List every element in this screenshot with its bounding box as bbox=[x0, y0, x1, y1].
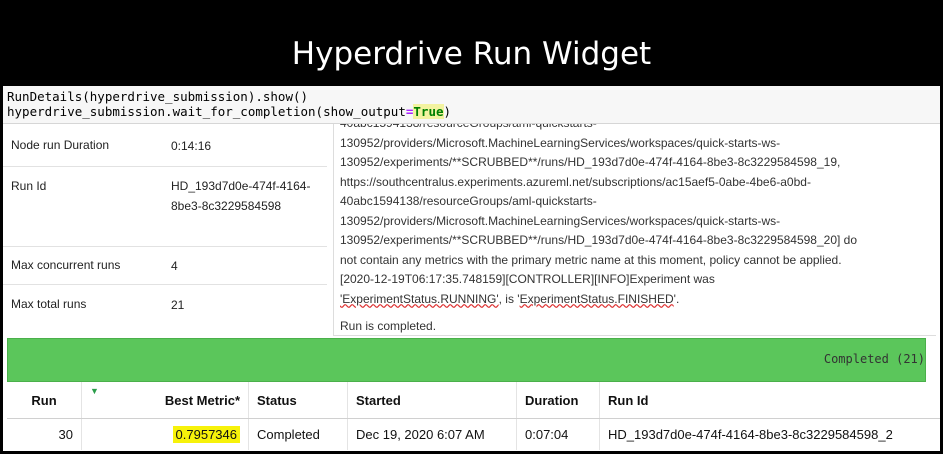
log-line: 130952/experiments/**SCRUBBED**/runs/HD_… bbox=[340, 233, 858, 247]
run-log-output[interactable]: 40abc1594138/resourceGroups/aml-quicksta… bbox=[333, 124, 936, 336]
code-keyword: True bbox=[413, 104, 444, 119]
code-line-2: hyperdrive_submission.wait_for_completio… bbox=[7, 104, 940, 119]
code-line-1: RunDetails(hyperdrive_submission).show() bbox=[7, 89, 309, 104]
detail-value: 0:14:16 bbox=[171, 139, 212, 153]
cell-best-metric: 0.7957346 bbox=[81, 418, 249, 450]
detail-row: Run Id HD_193d7d0e-474f-4164-8be3-8c3229… bbox=[3, 167, 327, 247]
code-line-2-end: ) bbox=[443, 104, 452, 119]
sort-desc-icon: ▼ bbox=[90, 386, 99, 396]
log-status-running: 'ExperimentStatus.RUNNING' bbox=[340, 291, 499, 306]
log-status-finished: ExperimentStatus.FINISHED bbox=[519, 291, 674, 306]
notebook-output: RunDetails(hyperdrive_submission).show()… bbox=[3, 86, 940, 451]
cell-status: Completed bbox=[248, 418, 348, 450]
runs-table: Run ▼ Best Metric* Status Started Duratio… bbox=[7, 382, 940, 450]
title-bar: Hyperdrive Run Widget bbox=[0, 0, 943, 86]
column-header-status[interactable]: Status bbox=[248, 382, 348, 419]
log-line: not contain any metrics with the primary… bbox=[340, 252, 842, 267]
log-line: [2020-12-19T06:17:35.748159][CONTROLLER]… bbox=[340, 272, 715, 286]
column-header-label: Best Metric* bbox=[164, 392, 240, 408]
detail-key: Max total runs bbox=[11, 297, 87, 311]
log-line: 130952/providers/Microsoft.MachineLearni… bbox=[340, 213, 781, 228]
progress-label: Completed (21) bbox=[823, 352, 925, 366]
slide-title: Hyperdrive Run Widget bbox=[291, 36, 652, 72]
column-header-duration[interactable]: Duration bbox=[516, 382, 600, 419]
cell-run: 30 bbox=[7, 418, 82, 450]
best-metric-value: 0.7957346 bbox=[172, 426, 240, 443]
cell-duration: 0:07:04 bbox=[516, 418, 600, 450]
code-line-2-text: hyperdrive_submission.wait_for_completio… bbox=[7, 104, 406, 119]
log-text: , is ' bbox=[498, 291, 520, 306]
detail-row: Max concurrent runs 4 bbox=[3, 247, 327, 285]
log-line: 'ExperimentStatus.RUNNING', is 'Experime… bbox=[340, 290, 936, 310]
detail-row: Max total runs 21 bbox=[3, 285, 327, 322]
table-row[interactable]: 30 0.7957346 Completed Dec 19, 2020 6:07… bbox=[7, 418, 941, 451]
log-line: https://southcentralus.experiments.azure… bbox=[340, 174, 811, 189]
log-line: 130952/providers/Microsoft.MachineLearni… bbox=[340, 135, 781, 150]
detail-key: Node run Duration bbox=[11, 138, 110, 152]
detail-key: Run Id bbox=[11, 179, 47, 193]
detail-value: HD_193d7d0e-474f-4164-8be3-8c3229584598 bbox=[171, 179, 311, 213]
log-line: 40abc1594138/resourceGroups/aml-quicksta… bbox=[340, 124, 936, 134]
log-text: '. bbox=[673, 291, 680, 306]
column-header-run[interactable]: Run bbox=[7, 382, 82, 419]
table-header-row: Run ▼ Best Metric* Status Started Duratio… bbox=[7, 382, 940, 419]
progress-bar: Completed (21) bbox=[7, 338, 926, 382]
code-cell[interactable]: RunDetails(hyperdrive_submission).show()… bbox=[3, 86, 940, 124]
log-line: 130952/experiments/**SCRUBBED**/runs/HD_… bbox=[340, 155, 841, 169]
column-header-best-metric[interactable]: ▼ Best Metric* bbox=[81, 382, 249, 419]
detail-value: 21 bbox=[171, 298, 185, 312]
log-line: 40abc1594138/resourceGroups/aml-quicksta… bbox=[340, 194, 597, 208]
run-details-table: Node run Duration 0:14:16 Run Id HD_193d… bbox=[3, 124, 327, 322]
cell-run-id[interactable]: HD_193d7d0e-474f-4164-8be3-8c3229584598_… bbox=[600, 419, 941, 451]
detail-row: Node run Duration 0:14:16 bbox=[3, 124, 327, 167]
log-line: Run is completed. bbox=[340, 319, 437, 333]
detail-key: Max concurrent runs bbox=[11, 258, 121, 272]
column-header-run-id[interactable]: Run Id bbox=[599, 382, 940, 419]
column-header-started[interactable]: Started bbox=[347, 382, 517, 419]
detail-value: 4 bbox=[171, 259, 178, 273]
cell-started: Dec 19, 2020 6:07 AM bbox=[347, 418, 517, 450]
